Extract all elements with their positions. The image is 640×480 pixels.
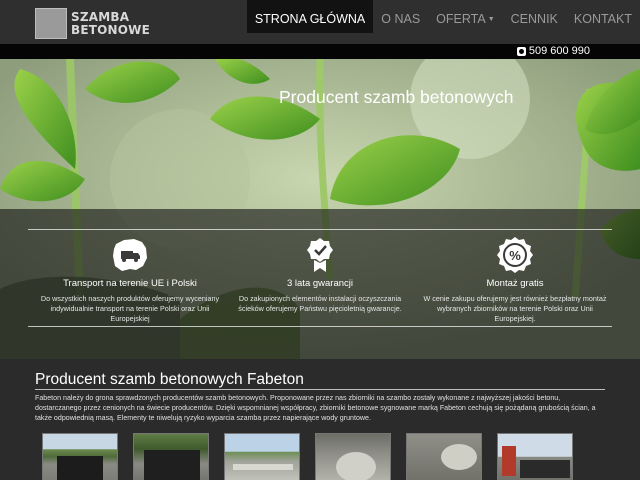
lids-image [441, 444, 477, 470]
gallery-thumb[interactable] [224, 433, 300, 480]
phone-link[interactable]: 509 600 990 [516, 45, 590, 57]
tank-image [57, 456, 103, 480]
site-logo[interactable]: SZAMBA BETONOWE [35, 8, 150, 39]
hero-banner: Producent szamb betonowych Transport na … [0, 59, 640, 359]
hero-title: Producent szamb betonowych [279, 87, 514, 107]
gallery-thumb[interactable] [315, 433, 391, 480]
gallery-thumb[interactable] [497, 433, 573, 480]
svg-text:%: % [509, 248, 521, 263]
features-bottom-divider [28, 326, 612, 327]
nav-item-home[interactable]: STRONA GŁÓWNA [246, 0, 374, 33]
content-section: Producent szamb betonowych Fabeton Fabet… [0, 359, 640, 480]
nav-item-offer-label: OFERTA [436, 12, 486, 26]
nav-item-offer[interactable]: OFERTA ▼ [428, 0, 502, 33]
nav-item-contact[interactable]: KONTAKT [566, 0, 640, 33]
feature-transport-title: Transport na terenie UE i Polski [63, 278, 197, 289]
feature-guarantee-title: 3 lata gwarancji [286, 278, 353, 289]
tank-image [144, 450, 200, 480]
feature-montage-text: W cenie zakupu oferujemy jest również be… [423, 294, 607, 323]
caret-down-icon: ▼ [487, 16, 495, 24]
guarantee-badge-icon [227, 235, 413, 275]
truck-image [520, 460, 570, 478]
ring-image [336, 452, 376, 480]
logo-line-1: SZAMBA [71, 9, 130, 24]
main-nav: STRONA GŁÓWNA O NAS OFERTA ▼ CENNIK KONTA… [246, 0, 640, 33]
gallery-thumb[interactable] [133, 433, 209, 480]
logo-text: SZAMBA BETONOWE [71, 9, 151, 37]
crane-image [502, 446, 516, 476]
site-header: SZAMBA BETONOWE STRONA GŁÓWNA O NAS OFER… [0, 0, 640, 44]
feature-montage: % Montaż gratis W cenie zakupu oferujemy… [422, 235, 608, 324]
content-paragraph: Fabeton należy do grona sprawdzonych pro… [35, 394, 596, 422]
gallery [42, 433, 588, 480]
nav-item-pricing[interactable]: CENNIK [503, 0, 566, 33]
logo-square [35, 8, 67, 39]
logo-line-2: BETONOWE [71, 22, 151, 37]
feature-transport-text: Do wszystkich naszych produktów oferujem… [40, 294, 220, 323]
feature-transport: Transport na terenie UE i Polski Do wszy… [37, 235, 223, 324]
phone-icon [516, 46, 526, 56]
content-divider [35, 389, 605, 390]
percent-badge-icon: % [422, 235, 608, 275]
poland-truck-icon [37, 235, 223, 275]
slab-image [233, 464, 293, 470]
phone-number: 509 600 990 [528, 45, 590, 57]
content-title: Producent szamb betonowych Fabeton [35, 371, 304, 388]
feature-guarantee-text: Do zakupionych elementów instalacji oczy… [238, 294, 402, 313]
gallery-thumb[interactable] [406, 433, 482, 480]
nav-item-about[interactable]: O NAS [373, 0, 428, 33]
feature-montage-title: Montaż gratis [486, 278, 544, 289]
gallery-thumb[interactable] [42, 433, 118, 480]
feature-guarantee: 3 lata gwarancji Do zakupionych elementó… [227, 235, 413, 314]
features-top-divider [28, 229, 612, 230]
phone-strip: 509 600 990 [0, 44, 640, 59]
